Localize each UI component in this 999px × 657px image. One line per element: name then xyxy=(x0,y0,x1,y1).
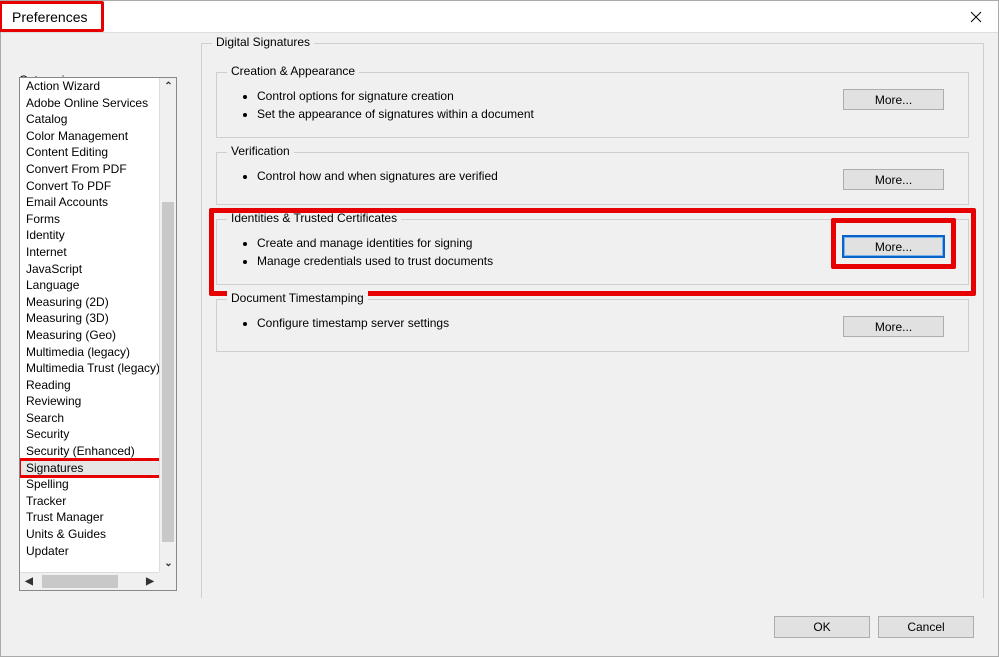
bullet-item: Create and manage identities for signing xyxy=(257,234,493,252)
bullet-item: Manage credentials used to trust documen… xyxy=(257,252,493,270)
category-item[interactable]: Trust Manager xyxy=(20,509,176,526)
category-item[interactable]: Search xyxy=(20,410,176,427)
group-title: Creation & Appearance xyxy=(227,64,359,78)
more-button-identities[interactable]: More... xyxy=(843,236,944,257)
category-item[interactable]: Multimedia (legacy) xyxy=(20,344,176,361)
category-item[interactable]: JavaScript xyxy=(20,261,176,278)
scrollbar-corner xyxy=(159,572,176,590)
more-button-timestamping[interactable]: More... xyxy=(843,316,944,337)
category-item[interactable]: Spelling xyxy=(20,476,176,493)
category-item[interactable]: Adobe Online Services xyxy=(20,95,176,112)
categories-listbox[interactable]: Action WizardAdobe Online ServicesCatalo… xyxy=(19,77,177,591)
category-item[interactable]: Signatures xyxy=(20,460,176,477)
group-title: Verification xyxy=(227,144,294,158)
chevron-up-icon: ⌃ xyxy=(164,82,172,92)
bullet-item: Set the appearance of signatures within … xyxy=(257,105,534,123)
group-bullets: Configure timestamp server settings xyxy=(243,314,449,332)
bullet-item: Control how and when signatures are veri… xyxy=(257,167,498,185)
category-item[interactable]: Catalog xyxy=(20,111,176,128)
dialog-footer: OK Cancel xyxy=(1,598,998,656)
horizontal-scroll-thumb[interactable] xyxy=(42,575,118,588)
category-item[interactable]: Updater xyxy=(20,543,176,560)
scroll-right-button[interactable]: ▶ xyxy=(141,573,159,591)
group-bullets: Control options for signature creation S… xyxy=(243,87,534,123)
vertical-scroll-thumb[interactable] xyxy=(162,202,174,542)
window-title: Preferences xyxy=(0,1,104,32)
category-item[interactable]: Measuring (3D) xyxy=(20,310,176,327)
category-item[interactable]: Security xyxy=(20,426,176,443)
category-item[interactable]: Measuring (Geo) xyxy=(20,327,176,344)
close-icon xyxy=(970,11,982,23)
category-item[interactable]: Reviewing xyxy=(20,393,176,410)
chevron-left-icon: ◀ xyxy=(25,577,33,587)
close-button[interactable] xyxy=(954,1,998,33)
category-item[interactable]: Forms xyxy=(20,211,176,228)
category-item[interactable]: Units & Guides xyxy=(20,526,176,543)
scroll-down-button[interactable]: ⌄ xyxy=(160,555,177,572)
vertical-scrollbar[interactable]: ⌃ ⌄ xyxy=(159,78,176,572)
more-button-creation[interactable]: More... xyxy=(843,89,944,110)
creation-appearance-group: Creation & Appearance Control options fo… xyxy=(216,72,969,138)
category-item[interactable]: Security (Enhanced) xyxy=(20,443,176,460)
bullet-item: Control options for signature creation xyxy=(257,87,534,105)
scroll-up-button[interactable]: ⌃ xyxy=(160,78,177,95)
category-item[interactable]: Language xyxy=(20,277,176,294)
categories-panel: Action WizardAdobe Online ServicesCatalo… xyxy=(19,77,177,607)
chevron-right-icon: ▶ xyxy=(146,577,154,587)
category-item[interactable]: Action Wizard xyxy=(20,78,176,95)
group-bullets: Create and manage identities for signing… xyxy=(243,234,493,270)
group-bullets: Control how and when signatures are veri… xyxy=(243,167,498,185)
cancel-button[interactable]: Cancel xyxy=(878,616,974,638)
category-item[interactable]: Convert From PDF xyxy=(20,161,176,178)
category-item[interactable]: Multimedia Trust (legacy) xyxy=(20,360,176,377)
category-item[interactable]: Identity xyxy=(20,227,176,244)
category-item[interactable]: Color Management xyxy=(20,128,176,145)
scroll-left-button[interactable]: ◀ xyxy=(20,573,38,591)
timestamping-group: Document Timestamping Configure timestam… xyxy=(216,299,969,352)
content-area: Categories: Action WizardAdobe Online Se… xyxy=(1,33,998,598)
digital-signatures-group: Digital Signatures Creation & Appearance… xyxy=(201,43,984,601)
ok-button[interactable]: OK xyxy=(774,616,870,638)
category-item[interactable]: Measuring (2D) xyxy=(20,294,176,311)
category-item[interactable]: Tracker xyxy=(20,493,176,510)
horizontal-scrollbar[interactable]: ◀ ▶ xyxy=(20,572,176,590)
bullet-item: Configure timestamp server settings xyxy=(257,314,449,332)
group-title: Identities & Trusted Certificates xyxy=(227,211,401,225)
category-item[interactable]: Reading xyxy=(20,377,176,394)
titlebar: Preferences xyxy=(1,1,998,33)
panel-title: Digital Signatures xyxy=(212,35,314,49)
category-item[interactable]: Convert To PDF xyxy=(20,178,176,195)
verification-group: Verification Control how and when signat… xyxy=(216,152,969,205)
identities-group: Identities & Trusted Certificates Create… xyxy=(216,219,969,285)
category-item[interactable]: Content Editing xyxy=(20,144,176,161)
group-title: Document Timestamping xyxy=(227,291,368,305)
more-button-verification[interactable]: More... xyxy=(843,169,944,190)
category-item[interactable]: Email Accounts xyxy=(20,194,176,211)
chevron-down-icon: ⌄ xyxy=(164,559,172,569)
category-item[interactable]: Internet xyxy=(20,244,176,261)
settings-panel: Digital Signatures Creation & Appearance… xyxy=(201,43,984,588)
